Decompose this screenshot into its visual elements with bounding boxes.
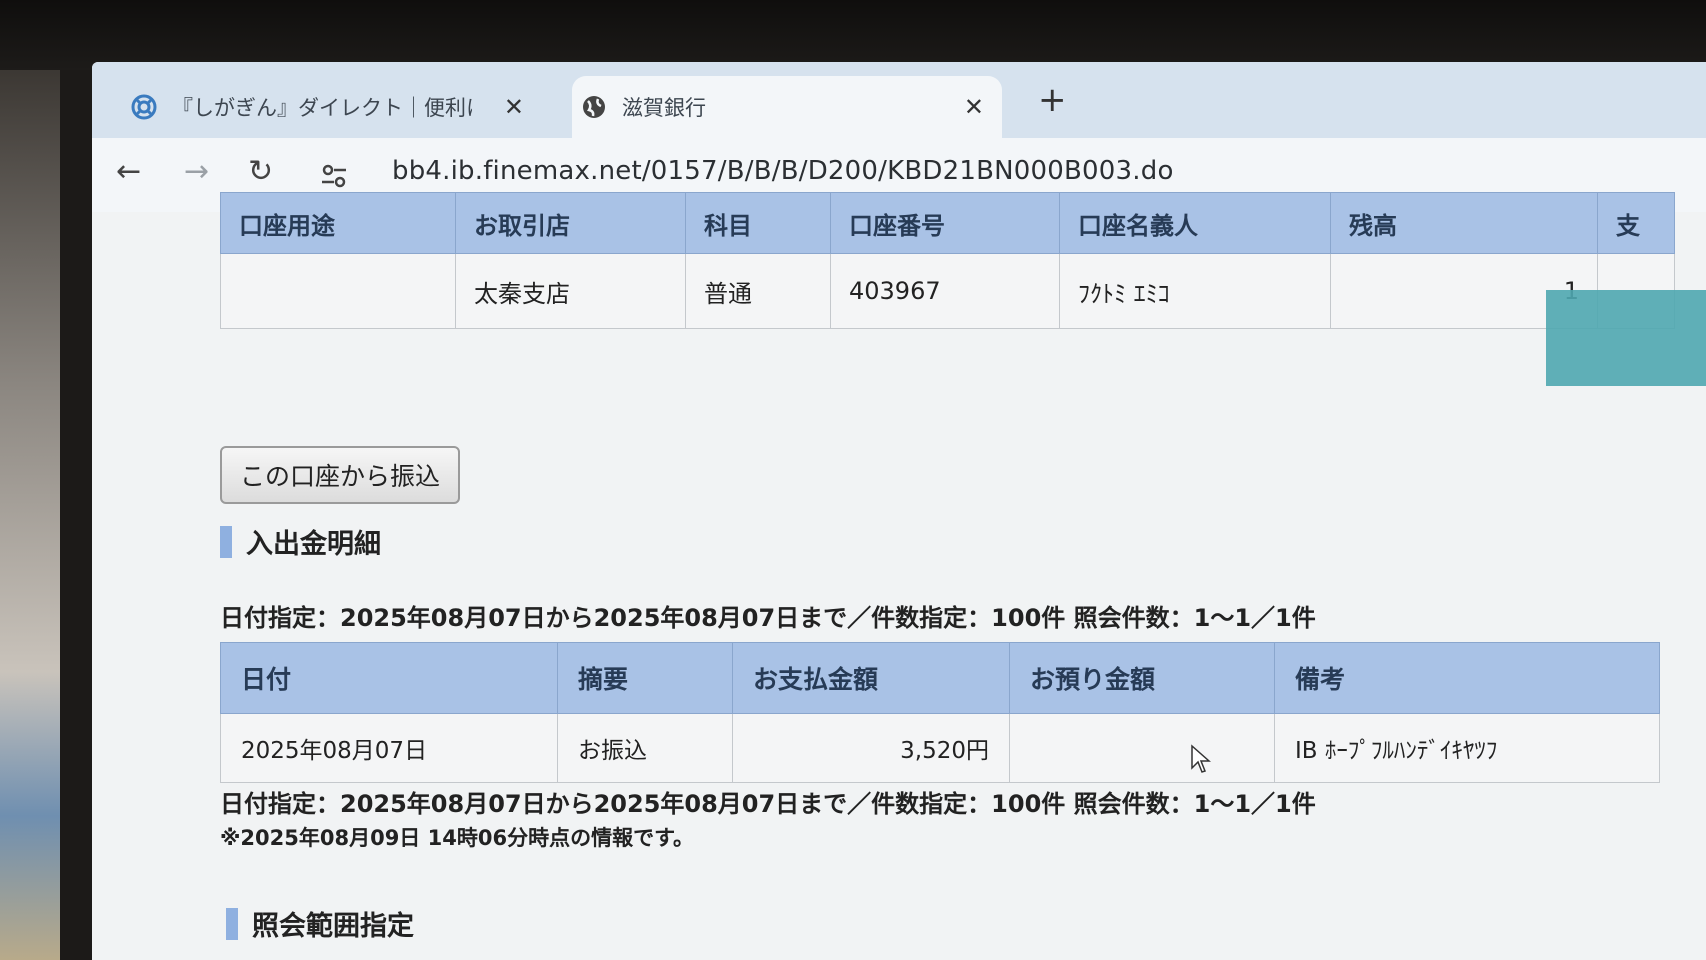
table-row: 2025年08月07日 お振込 3,520円 IB ﾎｰﾌﾟﾌﾙﾊﾝﾃﾞｲｷﾔﾂ… [220, 713, 1660, 783]
address-bar[interactable]: bb4.ib.finemax.net/0157/B/B/B/D200/KBD21… [392, 156, 1174, 186]
new-tab-button[interactable]: + [1038, 80, 1067, 120]
table-cell [220, 253, 456, 329]
forward-arrow-icon[interactable]: → [184, 154, 209, 189]
range-summary-top: 日付指定：2025年08月07日から2025年08月07日まで／件数指定：100… [220, 604, 1316, 632]
table-row: 太秦支店 普通 403967 ﾌｸﾄﾐ ｴﾐｺ 1 [220, 253, 1675, 329]
column-header: 科目 [685, 192, 831, 254]
transfer-from-account-button[interactable]: この口座から振込 [220, 446, 461, 504]
desk-background [0, 0, 60, 960]
tab-close-icon[interactable]: ✕ [964, 93, 984, 121]
monitor-bezel [0, 0, 1706, 70]
browser-window: 『しがぎん』ダイレクト｜便利につか ✕ 滋賀銀行 ✕ + ← → ↻ bb4.i… [92, 62, 1706, 960]
tab-strip: 『しがぎん』ダイレクト｜便利につか ✕ 滋賀銀行 ✕ + [92, 62, 1706, 138]
range-summary-bottom: 日付指定：2025年08月07日から2025年08月07日まで／件数指定：100… [220, 790, 1316, 818]
tab-shiga-bank[interactable]: 滋賀銀行 ✕ [572, 76, 1002, 138]
back-arrow-icon[interactable]: ← [116, 154, 141, 189]
globe-icon [580, 93, 608, 121]
table-cell: 太秦支店 [455, 253, 686, 329]
column-header: 口座用途 [220, 192, 456, 254]
lifebuoy-icon [130, 93, 158, 121]
table-cell: 403967 [830, 253, 1060, 329]
reload-icon[interactable]: ↻ [248, 154, 273, 189]
timestamp-note: ※2025年08月09日 14時06分時点の情報です。 [220, 826, 694, 850]
redaction-overlay [1546, 290, 1706, 386]
column-header: お支払金額 [732, 642, 1010, 714]
tab-shigagin-direct[interactable]: 『しがぎん』ダイレクト｜便利につか ✕ [122, 76, 542, 138]
table-cell: 2025年08月07日 [220, 713, 558, 783]
column-header: 日付 [220, 642, 558, 714]
details-section-heading: 入出金明細 [220, 522, 381, 561]
tab-title: 滋賀銀行 [622, 96, 706, 120]
column-header: 備考 [1274, 642, 1660, 714]
section-accent-bar [226, 907, 238, 940]
section-title: 入出金明細 [246, 529, 381, 560]
section-title: 照会範囲指定 [252, 911, 414, 942]
column-header: お預り金額 [1009, 642, 1275, 714]
range-section-heading: 照会範囲指定 [226, 904, 414, 943]
table-cell [1009, 713, 1275, 783]
tab-close-icon[interactable]: ✕ [504, 93, 524, 121]
tab-title: 『しがぎん』ダイレクト｜便利につか [172, 96, 472, 120]
mouse-cursor-icon [1190, 744, 1212, 778]
table-cell: ﾌｸﾄﾐ ｴﾐｺ [1059, 253, 1331, 329]
table-cell: IB ﾎｰﾌﾟﾌﾙﾊﾝﾃﾞｲｷﾔﾂﾌ [1274, 713, 1660, 783]
column-header: 支 [1597, 192, 1675, 254]
site-settings-icon[interactable] [320, 162, 348, 194]
column-header: 口座番号 [830, 192, 1060, 254]
column-header: 口座名義人 [1059, 192, 1331, 254]
table-cell: お振込 [557, 713, 733, 783]
table-header-row: 日付 摘要 お支払金額 お預り金額 備考 [220, 642, 1660, 714]
column-header: お取引店 [455, 192, 686, 254]
column-header: 残高 [1330, 192, 1598, 254]
column-header: 摘要 [557, 642, 733, 714]
transactions-table: 日付 摘要 お支払金額 お預り金額 備考 2025年08月07日 お振込 3,5… [220, 642, 1660, 783]
page-content: 口座用途 お取引店 科目 口座番号 口座名義人 残高 支 太秦支店 普通 403… [92, 192, 1706, 960]
table-cell: 3,520円 [732, 713, 1010, 783]
table-header-row: 口座用途 お取引店 科目 口座番号 口座名義人 残高 支 [220, 192, 1675, 254]
table-cell: 普通 [685, 253, 831, 329]
account-table: 口座用途 お取引店 科目 口座番号 口座名義人 残高 支 太秦支店 普通 403… [220, 192, 1675, 329]
section-accent-bar [220, 525, 232, 558]
